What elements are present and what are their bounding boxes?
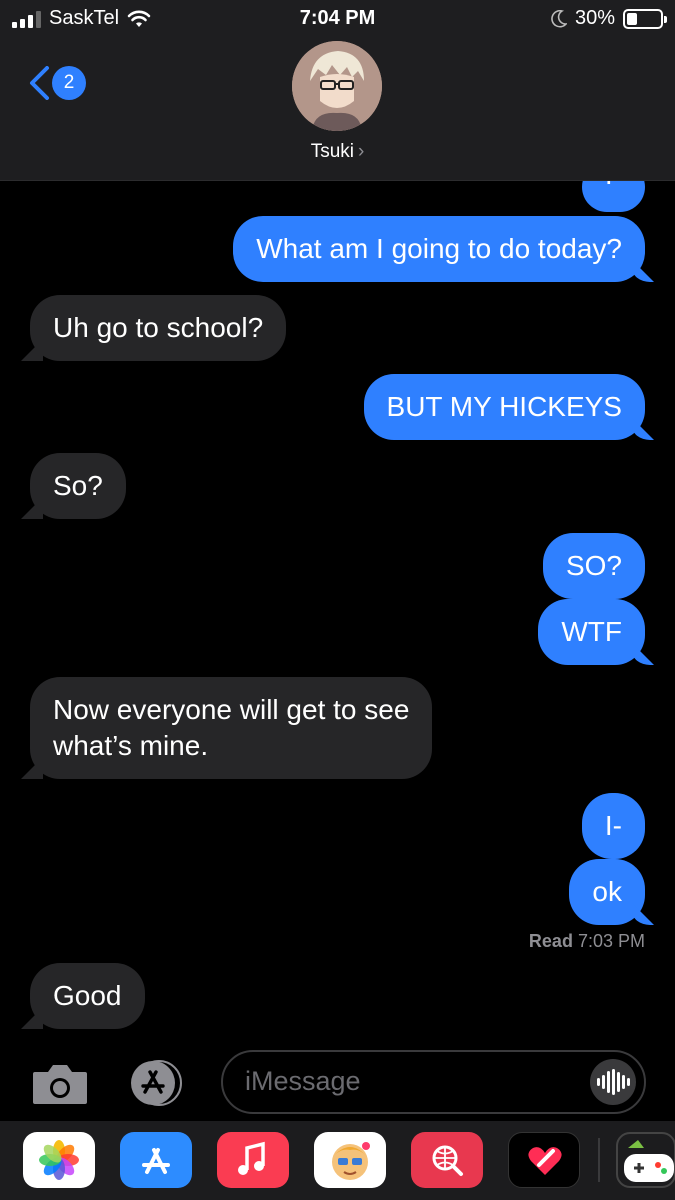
camera-button[interactable]: [31, 1062, 89, 1106]
music-app-icon[interactable]: [217, 1132, 289, 1188]
photos-app-icon[interactable]: [23, 1132, 95, 1188]
contact-avatar[interactable]: [292, 41, 382, 131]
message-bubble-outgoing[interactable]: ok: [569, 859, 645, 925]
imessage-input[interactable]: [245, 1066, 585, 1097]
message-bubble-incoming[interactable]: Good: [30, 963, 145, 1029]
drawer-divider: [598, 1138, 600, 1182]
contact-name: Tsuki: [310, 141, 354, 162]
read-time: 7:03 PM: [577, 931, 645, 951]
battery-icon: [623, 8, 667, 29]
battery-percent: 30%: [574, 7, 615, 29]
message-bubble-incoming[interactable]: Now everyone will get to see what’s mine…: [30, 677, 433, 779]
read-receipt: Read 7:03 PM: [529, 931, 645, 952]
read-label: Read: [528, 931, 573, 951]
message-bubble-incoming[interactable]: Uh go to school?: [30, 295, 287, 361]
app-store-button[interactable]: [125, 1058, 191, 1108]
message-line: what’s mine.: [53, 730, 209, 761]
app-drawer: [0, 1121, 675, 1200]
message-bubble-outgoing[interactable]: I-: [581, 181, 645, 212]
avatar-illustration: [292, 41, 382, 131]
audio-record-button[interactable]: [590, 1059, 636, 1105]
message-thread[interactable]: I- What am I going to do today? Uh go to…: [0, 181, 675, 1041]
message-bubble-outgoing[interactable]: BUT MY HICKEYS: [363, 374, 645, 440]
web-search-app-icon[interactable]: [411, 1132, 483, 1188]
message-field[interactable]: [221, 1050, 646, 1114]
memoji-icon[interactable]: [314, 1132, 386, 1188]
message-bubble-outgoing[interactable]: SO?: [542, 533, 645, 599]
app-store-icon: [131, 1060, 182, 1106]
digital-touch-icon[interactable]: [508, 1132, 580, 1188]
conversation-header: SaskTel 7:04 PM 30% 2 Tsuki ›: [0, 0, 675, 181]
contact-name-button[interactable]: Tsuki ›: [0, 141, 675, 163]
message-bubble-incoming[interactable]: So?: [30, 453, 126, 519]
message-bubble-outgoing[interactable]: I-: [581, 793, 645, 859]
unread-badge: 2: [52, 66, 86, 100]
app-store-app-icon[interactable]: [120, 1132, 192, 1188]
message-bubble-outgoing[interactable]: WTF: [538, 599, 645, 665]
game-app-icon[interactable]: [616, 1132, 675, 1188]
back-button[interactable]: 2: [28, 66, 86, 100]
status-bar: SaskTel 7:04 PM 30%: [0, 0, 675, 38]
compose-bar: [0, 1041, 675, 1121]
battery-fill: [627, 12, 637, 25]
moon-icon: [551, 9, 567, 28]
message-bubble-outgoing[interactable]: What am I going to do today?: [233, 216, 645, 282]
chevron-left-icon: [30, 66, 49, 100]
camera-icon: [33, 1065, 87, 1104]
message-line: Now everyone will get to see: [53, 694, 410, 725]
chevron-right-icon: ›: [357, 141, 365, 162]
